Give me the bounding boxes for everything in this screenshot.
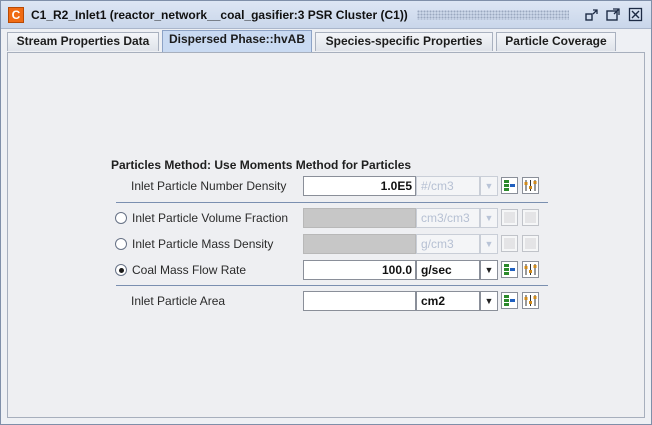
volume-fraction-unit: cm3/cm3 — [416, 208, 480, 228]
tab-particle-coverage[interactable]: Particle Coverage — [496, 32, 616, 51]
number-density-input[interactable]: 1.0E5 — [303, 176, 416, 196]
restore-down-icon[interactable] — [584, 7, 600, 23]
coal-mass-flow-unit[interactable]: g/sec — [416, 260, 480, 280]
volume-fraction-label: Inlet Particle Volume Fraction — [132, 211, 289, 225]
close-icon[interactable] — [628, 7, 644, 23]
chevron-down-icon[interactable]: ▼ — [480, 260, 498, 280]
table-edit-icon[interactable] — [501, 292, 518, 309]
window-title: C1_R2_Inlet1 (reactor_network__coal_gasi… — [31, 8, 408, 22]
table-edit-icon — [501, 209, 518, 226]
mass-density-radio[interactable] — [115, 238, 127, 250]
parameter-sliders-icon[interactable] — [522, 177, 539, 194]
number-density-label: Inlet Particle Number Density — [131, 179, 287, 193]
coal-mass-flow-radio[interactable] — [115, 264, 127, 276]
coal-mass-flow-label: Coal Mass Flow Rate — [132, 263, 247, 277]
chevron-down-icon: ▼ — [480, 208, 498, 228]
number-density-unit: #/cm3 — [416, 176, 480, 196]
tab-dispersed-phase[interactable]: Dispersed Phase::hvAB — [162, 30, 312, 52]
particle-area-unit[interactable]: cm2 — [416, 291, 480, 311]
title-bar[interactable]: C C1_R2_Inlet1 (reactor_network__coal_ga… — [1, 1, 651, 29]
separator — [116, 285, 548, 286]
parameter-sliders-icon[interactable] — [522, 292, 539, 309]
separator — [116, 202, 548, 203]
table-edit-icon[interactable] — [501, 261, 518, 278]
volume-fraction-radio[interactable] — [115, 212, 127, 224]
mass-density-label: Inlet Particle Mass Density — [132, 237, 274, 251]
app-icon: C — [8, 7, 24, 23]
title-bar-grip — [417, 10, 569, 20]
tab-stream-properties-data[interactable]: Stream Properties Data — [7, 32, 159, 51]
volume-fraction-input — [303, 208, 416, 228]
tab-bar: Stream Properties Data Dispersed Phase::… — [5, 30, 649, 52]
particle-area-label: Inlet Particle Area — [131, 294, 226, 308]
mass-density-unit: g/cm3 — [416, 234, 480, 254]
chevron-down-icon: ▼ — [480, 234, 498, 254]
parameter-sliders-icon — [522, 209, 539, 226]
tab-species-specific-properties[interactable]: Species-specific Properties — [315, 32, 493, 51]
section-title: Particles Method: Use Moments Method for… — [111, 158, 412, 172]
table-edit-icon[interactable] — [501, 177, 518, 194]
parameter-sliders-icon — [522, 235, 539, 252]
parameter-sliders-icon[interactable] — [522, 261, 539, 278]
coal-mass-flow-input[interactable]: 100.0 — [303, 260, 416, 280]
mass-density-input — [303, 234, 416, 254]
table-edit-icon — [501, 235, 518, 252]
tab-content-panel: Particles Method: Use Moments Method for… — [7, 52, 645, 418]
dialog-window: C C1_R2_Inlet1 (reactor_network__coal_ga… — [0, 0, 652, 425]
particle-area-input[interactable] — [303, 291, 416, 311]
chevron-down-icon: ▼ — [480, 176, 498, 196]
maximize-icon[interactable] — [605, 7, 621, 23]
chevron-down-icon[interactable]: ▼ — [480, 291, 498, 311]
